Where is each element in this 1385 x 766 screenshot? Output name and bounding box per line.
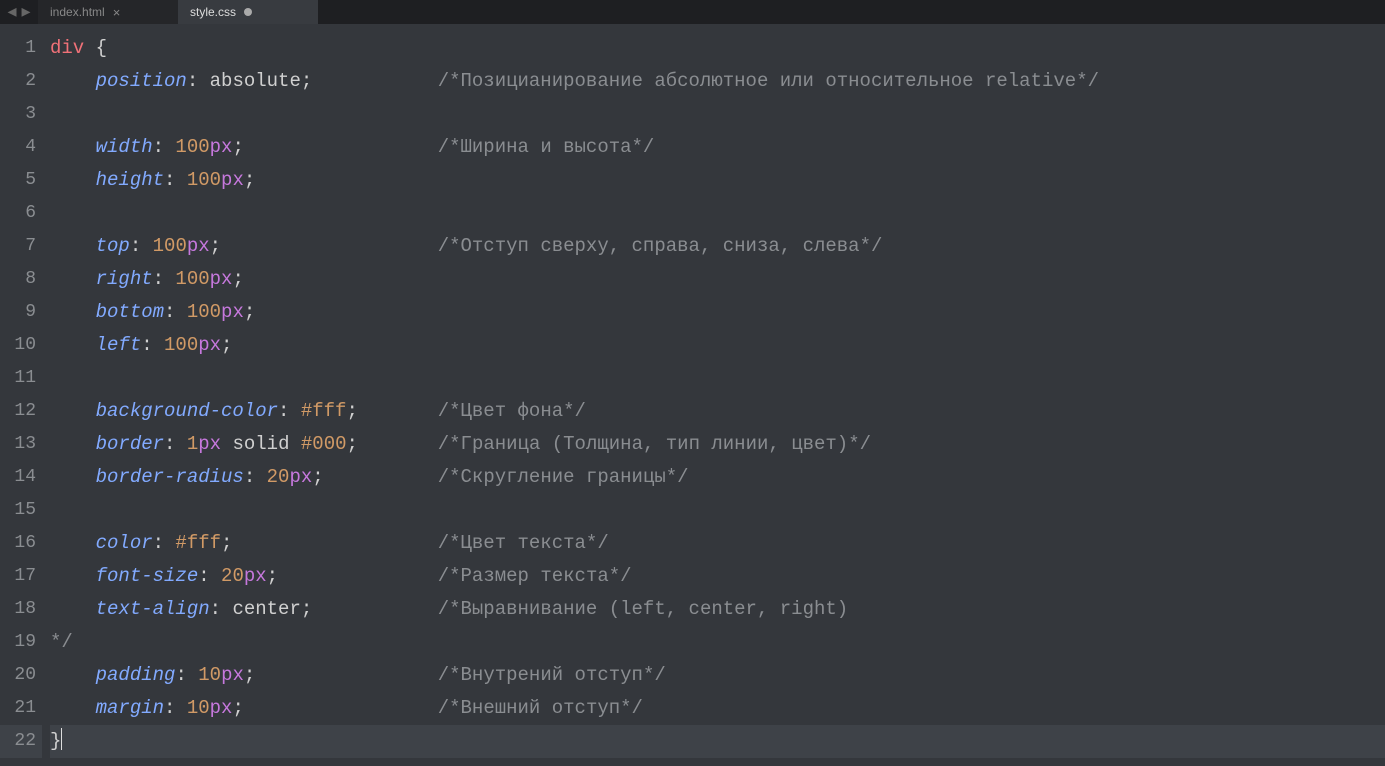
code-line[interactable] — [50, 98, 1385, 131]
line-number: 5 — [0, 164, 42, 197]
line-number: 3 — [0, 98, 42, 131]
code-line[interactable]: color: #fff; /*Цвет текста*/ — [50, 527, 1385, 560]
line-number: 20 — [0, 659, 42, 692]
tab-index-html[interactable]: index.html × — [38, 0, 178, 24]
code-line[interactable]: border: 1px solid #000; /*Граница (Толщи… — [50, 428, 1385, 461]
line-number: 17 — [0, 560, 42, 593]
line-number: 4 — [0, 131, 42, 164]
nav-arrows: ◂ ▸ — [0, 6, 38, 18]
line-number: 6 — [0, 197, 42, 230]
code-line[interactable]: position: absolute; /*Позицианирование а… — [50, 65, 1385, 98]
code-line[interactable]: margin: 10px; /*Внешний отступ*/ — [50, 692, 1385, 725]
code-line[interactable]: background-color: #fff; /*Цвет фона*/ — [50, 395, 1385, 428]
tab-bar: index.html × style.css — [38, 0, 318, 24]
line-number: 19 — [0, 626, 42, 659]
close-icon[interactable]: × — [113, 6, 121, 19]
code-line[interactable] — [50, 362, 1385, 395]
line-number: 22 — [0, 725, 42, 758]
line-number: 18 — [0, 593, 42, 626]
nav-back-icon[interactable]: ◂ — [6, 6, 18, 18]
code-line[interactable] — [50, 197, 1385, 230]
line-number: 8 — [0, 263, 42, 296]
line-number: 21 — [0, 692, 42, 725]
nav-forward-icon[interactable]: ▸ — [20, 6, 32, 18]
line-number: 2 — [0, 65, 42, 98]
line-number: 1 — [0, 32, 42, 65]
code-line[interactable]: } — [50, 725, 1385, 758]
code-line[interactable]: height: 100px; — [50, 164, 1385, 197]
dirty-indicator-icon — [244, 8, 252, 16]
editor: 1 2 3 4 5 6 7 8 9 10 11 12 13 14 15 16 1… — [0, 24, 1385, 766]
code-line[interactable]: top: 100px; /*Отступ сверху, справа, сни… — [50, 230, 1385, 263]
code-line[interactable] — [50, 494, 1385, 527]
line-number: 10 — [0, 329, 42, 362]
code-line[interactable]: right: 100px; — [50, 263, 1385, 296]
line-number: 9 — [0, 296, 42, 329]
code-line[interactable]: div { — [50, 32, 1385, 65]
line-number: 11 — [0, 362, 42, 395]
code-line[interactable]: bottom: 100px; — [50, 296, 1385, 329]
line-number: 7 — [0, 230, 42, 263]
line-number: 15 — [0, 494, 42, 527]
code-line[interactable]: left: 100px; — [50, 329, 1385, 362]
code-line[interactable]: border-radius: 20px; /*Скругление границ… — [50, 461, 1385, 494]
code-line[interactable]: text-align: center; /*Выравнивание (left… — [50, 593, 1385, 626]
line-number: 14 — [0, 461, 42, 494]
line-number: 13 — [0, 428, 42, 461]
tab-label: index.html — [50, 5, 105, 19]
code-line[interactable]: font-size: 20px; /*Размер текста*/ — [50, 560, 1385, 593]
line-number: 12 — [0, 395, 42, 428]
code-line[interactable]: */ — [50, 626, 1385, 659]
code-area[interactable]: div { position: absolute; /*Позицианиров… — [50, 24, 1385, 766]
line-number: 16 — [0, 527, 42, 560]
titlebar: ◂ ▸ index.html × style.css — [0, 0, 1385, 24]
tab-label: style.css — [190, 5, 236, 19]
code-line[interactable]: padding: 10px; /*Внутрений отступ*/ — [50, 659, 1385, 692]
tab-style-css[interactable]: style.css — [178, 0, 318, 24]
line-number-gutter: 1 2 3 4 5 6 7 8 9 10 11 12 13 14 15 16 1… — [0, 24, 50, 766]
code-line[interactable]: width: 100px; /*Ширина и высота*/ — [50, 131, 1385, 164]
